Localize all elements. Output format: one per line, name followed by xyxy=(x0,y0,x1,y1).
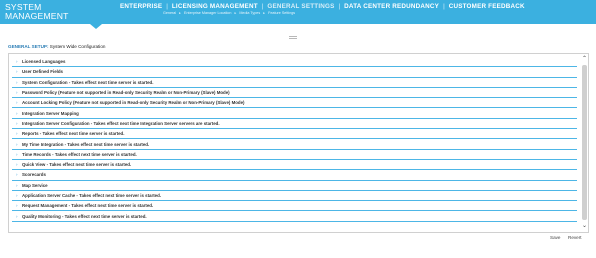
vertical-scrollbar[interactable]: ⌃ ⌄ xyxy=(580,54,589,232)
subnav: General ▸ Enterprise Manager Location ▸ … xyxy=(163,11,297,15)
section-row[interactable]: › Reports - Takes effect next time server… xyxy=(12,129,577,140)
section-row[interactable]: › Integration Server Configuration - Take… xyxy=(12,119,577,130)
save-button[interactable]: Save xyxy=(550,235,561,240)
section-row[interactable]: › Account Locking Policy (Feature not sup… xyxy=(12,98,577,109)
revert-button[interactable]: Revert xyxy=(568,235,582,240)
brand-line-2: MANAGEMENT xyxy=(5,11,69,21)
section-label: Scorecards xyxy=(22,172,46,178)
section-label: Integration Server Configuration - Takes… xyxy=(22,120,220,126)
section-row[interactable]: › Scorecards xyxy=(12,170,577,181)
section-row[interactable]: › Integration Server Mapping xyxy=(12,108,577,119)
top-navigation-bar: SYSTEM MANAGEMENT ENTERPRISE | LICENSING… xyxy=(0,0,596,29)
subnav-general[interactable]: General xyxy=(163,11,176,15)
section-label: Licensed Languages xyxy=(22,59,66,65)
section-label: Account Locking Policy (Feature not supp… xyxy=(22,100,245,106)
subnav-separator: ▸ xyxy=(263,11,266,15)
brand-caret-icon xyxy=(90,24,102,29)
page-title-value: System Wide Configuration xyxy=(49,44,106,49)
nav-licensing-management[interactable]: LICENSING MANAGEMENT xyxy=(172,3,258,10)
section-row[interactable]: › Password Policy (Feature not supported … xyxy=(12,88,577,99)
nav-separator: | xyxy=(443,3,445,10)
nav-separator: | xyxy=(166,3,168,10)
section-row[interactable]: › Map Service xyxy=(12,181,577,191)
section-row[interactable]: › Licensed Languages xyxy=(12,57,577,68)
nav-enterprise[interactable]: ENTERPRISE xyxy=(120,3,162,10)
arrow-down-icon[interactable]: ⌄ xyxy=(581,223,588,230)
subnav-enterprise-manager-location[interactable]: Enterprise Manager Location xyxy=(184,11,231,15)
section-label: Map Service xyxy=(22,182,48,188)
page-title: GENERAL SETUP: System Wide Configuration xyxy=(8,44,105,49)
section-row[interactable]: › Request Management - Takes effect next … xyxy=(12,201,577,212)
section-label: Quick View - Takes effect next time serv… xyxy=(22,162,132,168)
section-row[interactable]: › User Defined Fields xyxy=(12,67,577,78)
nav-customer-feedback[interactable]: CUSTOMER FEEDBACK xyxy=(449,3,525,10)
section-label: My Time Integration - Takes effect next … xyxy=(22,141,150,147)
section-row[interactable]: › Quick View - Takes effect next time ser… xyxy=(12,160,577,171)
section-label: User Defined Fields xyxy=(22,69,63,75)
scroll-thumb[interactable] xyxy=(582,65,587,220)
section-label: Quality Monitoring - Takes effect next t… xyxy=(22,213,147,219)
section-row[interactable]: › Time Records - Takes effect next time s… xyxy=(12,150,577,160)
nav-data-center-redundancy[interactable]: DATA CENTER REDUNDANCY xyxy=(344,3,439,10)
section-label: Integration Server Mapping xyxy=(22,110,79,116)
nav-general-settings[interactable]: GENERAL SETTINGS xyxy=(267,3,334,10)
section-label: Request Management - Takes effect next t… xyxy=(22,203,154,209)
section-label: Reports - Takes effect next time server … xyxy=(22,131,125,137)
section-row[interactable]: › System Configuration - Takes effect nex… xyxy=(12,78,577,88)
subnav-media-types[interactable]: Media Types xyxy=(239,11,260,15)
page-title-label: GENERAL SETUP: xyxy=(8,44,49,49)
section-label: System Configuration - Takes effect next… xyxy=(22,79,154,85)
subnav-separator: ▸ xyxy=(234,11,237,15)
settings-panel: › Licensed Languages › User Defined Fields ›… xyxy=(8,53,589,233)
section-label: Application Server Cache - Takes effect … xyxy=(22,193,162,198)
subnav-feature-settings[interactable]: Feature Settings xyxy=(268,11,295,15)
system-management-brand[interactable]: SYSTEM MANAGEMENT xyxy=(0,0,116,29)
section-row[interactable]: › Quality Monitoring - Takes effect next … xyxy=(12,211,577,222)
section-list: › Licensed Languages › User Defined Fields ›… xyxy=(12,57,577,222)
section-label: Time Records - Takes effect next time se… xyxy=(22,151,137,157)
section-row[interactable]: › My Time Integration - Takes effect next… xyxy=(12,139,577,150)
nav-separator: | xyxy=(261,3,264,10)
section-row[interactable]: › Application Server Cache - Takes effect… xyxy=(12,191,577,202)
arrow-up-icon[interactable]: ⌃ xyxy=(581,56,588,63)
section-label: Password Policy (Feature not supported i… xyxy=(22,90,230,96)
collapse-handle-icon[interactable] xyxy=(289,36,297,37)
nav-separator: | xyxy=(338,3,341,10)
subnav-separator: ▸ xyxy=(179,11,182,15)
